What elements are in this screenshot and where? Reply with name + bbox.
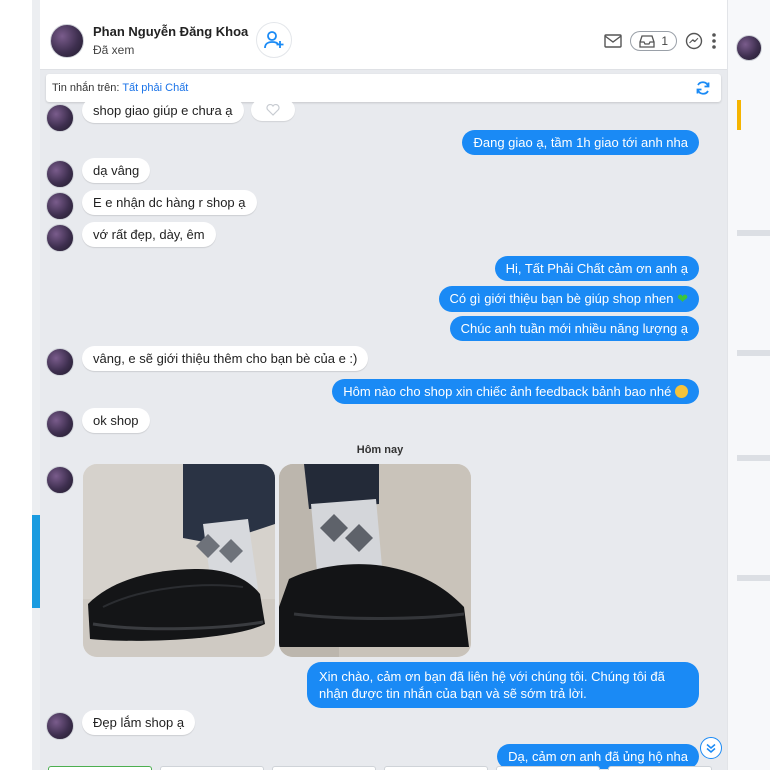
heart-icon (266, 104, 280, 116)
outgoing-message[interactable]: Chúc anh tuần mới nhiều năng lượng ạ (449, 316, 699, 341)
incoming-message[interactable]: dạ vâng (82, 158, 151, 183)
seen-status: Đã xem (93, 43, 135, 57)
chat-header: Phan Nguyễn Đăng Khoa Đã xem 1 (40, 14, 727, 70)
auto-reply-message[interactable]: Xin chào, cảm ơn bạn đã liên hệ với chún… (307, 662, 699, 708)
photo-attachment[interactable] (279, 464, 471, 657)
incoming-message[interactable]: shop giao giúp e chưa ạ (82, 98, 244, 123)
outgoing-message[interactable]: Đang giao ạ, tầm 1h giao tới anh nha (462, 130, 699, 155)
sender-avatar (46, 466, 74, 494)
messenger-icon[interactable] (685, 32, 703, 50)
source-label: Tin nhắn trên: Tất phải Chất (52, 82, 189, 94)
right-panel-divider (737, 230, 770, 236)
sender-avatar (46, 348, 74, 376)
sender-avatar (46, 160, 74, 188)
sender-avatar (46, 224, 74, 252)
quick-reply-tab[interactable] (160, 766, 264, 770)
sender-avatar (46, 410, 74, 438)
outgoing-message[interactable]: Hi, Tất Phải Chất cảm ơn anh ạ (494, 256, 699, 281)
quick-reply-tab[interactable] (384, 766, 488, 770)
scroll-down-button[interactable] (700, 737, 722, 759)
left-panel-accent (32, 515, 40, 608)
stage: Phan Nguyễn Đăng Khoa Đã xem 1 Tin nhắn … (0, 0, 770, 770)
sender-avatar (46, 104, 74, 132)
user-add-icon (264, 31, 284, 49)
sender-avatar (46, 192, 74, 220)
chat-window: Phan Nguyễn Đăng Khoa Đã xem 1 Tin nhắn … (40, 14, 727, 770)
mail-icon[interactable] (604, 34, 623, 48)
smile-emoji (675, 385, 688, 398)
quick-reply-tab[interactable] (608, 766, 712, 770)
photo-attachment[interactable] (83, 464, 275, 657)
quick-reply-tab[interactable] (496, 766, 600, 770)
sender-avatar (46, 712, 74, 740)
inbox-button[interactable]: 1 (630, 31, 677, 51)
incoming-message[interactable]: Đẹp lắm shop ạ (82, 710, 196, 735)
sync-icon[interactable] (695, 80, 711, 96)
right-panel-divider (737, 350, 770, 356)
inbox-count: 1 (661, 34, 668, 48)
more-icon[interactable] (711, 32, 717, 50)
contact-name[interactable]: Phan Nguyễn Đăng Khoa (93, 24, 248, 39)
incoming-message[interactable]: vớ rất đẹp, dày, êm (82, 222, 216, 247)
right-panel-divider (737, 455, 770, 461)
left-panel-edge (32, 0, 40, 770)
source-page-link[interactable]: Tất phải Chất (122, 82, 188, 94)
incoming-message[interactable]: E e nhận dc hàng r shop ạ (82, 190, 257, 215)
green-heart-emoji: ❤ (677, 291, 688, 306)
incoming-message[interactable]: vâng, e sẽ giới thiệu thêm cho bạn bè củ… (82, 346, 369, 371)
header-actions: 1 (604, 31, 717, 51)
contact-avatar[interactable] (50, 24, 84, 58)
incoming-message[interactable]: ok shop (82, 408, 150, 433)
date-separator: Hôm nay (356, 444, 404, 456)
outgoing-message[interactable]: Có gì giới thiệu bạn bè giúp shop nhen ❤ (438, 286, 699, 312)
add-user-button[interactable] (256, 22, 292, 58)
react-button[interactable] (251, 99, 295, 121)
quick-reply-bar (40, 764, 727, 770)
outgoing-message[interactable]: Hôm nào cho shop xin chiếc ảnh feedback … (332, 379, 699, 404)
quick-reply-tab[interactable] (272, 766, 376, 770)
right-panel-avatar (736, 35, 762, 61)
inbox-icon (639, 34, 655, 48)
right-panel-edge (727, 0, 770, 770)
scroll-down-icon (706, 743, 716, 753)
right-panel-divider (737, 575, 770, 581)
right-panel-highlight (737, 100, 741, 130)
quick-reply-tab[interactable] (48, 766, 152, 770)
